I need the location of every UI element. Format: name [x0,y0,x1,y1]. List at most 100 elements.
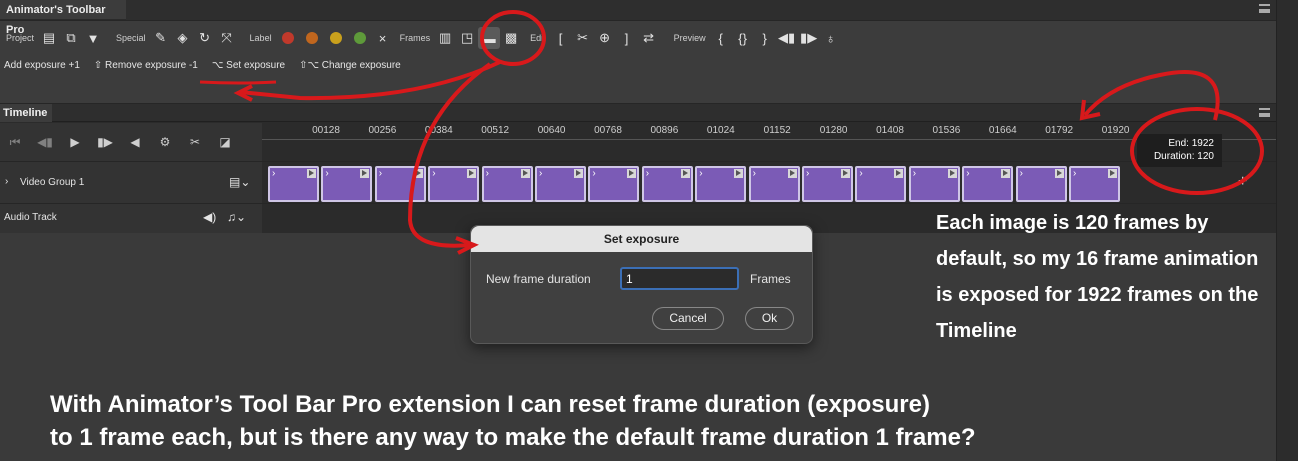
curly-close-icon[interactable]: } [754,27,776,49]
set-exposure-link[interactable]: ⌥ Set exposure [212,60,285,80]
video-clip[interactable]: › [374,166,426,202]
ruler-tick-label: 00256 [368,125,397,136]
curly-pair-icon[interactable]: {} [732,27,754,49]
playback-controls: ⏮ ◀▮ ▶ ▮▶ ◀ ⚙ ✂ ◪ [0,123,262,161]
add-media-icon[interactable]: + [1238,173,1247,191]
film-strip-icon[interactable]: ▤⌄ [229,175,250,189]
swap-icon[interactable]: ⇄ [638,27,660,49]
step-forward-icon[interactable]: ▮▶ [798,27,820,49]
duplicate-layer-icon[interactable]: ⧉ [60,27,82,49]
group-label-special: Special [116,33,146,43]
video-clip[interactable]: › [1015,166,1067,202]
remove-exposure-link[interactable]: ⇧ Remove exposure -1 [94,60,198,80]
video-clip[interactable]: › [962,166,1014,202]
clip-play-marker-icon [360,169,370,178]
ruler-tick-label: 00128 [312,125,340,136]
set-exposure-dialog: Set exposure New frame duration Frames C… [470,225,813,344]
next-frame-icon[interactable]: ▮▶ [90,131,120,153]
video-track[interactable]: › › › › › › › › › › › › › › › › [262,161,1276,203]
video-clip[interactable]: › [641,166,693,202]
settings-gear-icon[interactable]: ⚙ [150,131,180,153]
refresh-icon[interactable]: ↻ [194,27,216,49]
film-frame-icon[interactable]: ▥ [434,27,456,49]
clip-play-marker-icon [307,169,316,178]
video-clip[interactable]: › [428,166,480,202]
group-label-project: Project [6,33,35,43]
step-back-icon[interactable]: ◀▮ [776,27,798,49]
label-red-swatch[interactable] [281,32,294,44]
scissors-icon[interactable]: ✂ [180,131,210,153]
label-yellow-swatch[interactable] [329,32,342,44]
video-clip[interactable]: › [748,166,800,202]
add-exposure-link[interactable]: Add exposure +1 [4,60,80,80]
expand-chevron-icon[interactable]: › [5,176,8,187]
eraser-icon[interactable]: ◈ [172,27,194,49]
ruler-tick-label: 00384 [424,125,453,136]
video-track-header[interactable]: › Video Group 1 ▤⌄ [0,161,262,203]
right-scrollbar[interactable] [1276,0,1298,461]
ok-button[interactable]: Ok [745,307,794,330]
play-icon[interactable]: ▶ [60,131,90,153]
bookmark-icon[interactable]: ▼ [82,27,104,49]
video-clip[interactable]: › [908,166,960,202]
ruler-tick-label: 00512 [481,125,510,136]
cancel-button[interactable]: Cancel [652,307,724,330]
add-frame-icon[interactable]: ◳ [456,27,478,49]
ruler-tick-label: 01920 [1101,125,1130,136]
label-orange-swatch[interactable] [305,32,318,44]
annotation-bottom-line2: to 1 frame each, but is there any way to… [50,424,976,451]
change-exposure-link[interactable]: ⇧⌥ Change exposure [299,60,401,80]
clip-play-marker-icon [574,169,583,178]
speaker-icon[interactable]: ◀) [203,210,216,224]
audio-track-label: Audio Track [4,212,57,223]
timeline-tab[interactable]: Timeline [0,104,52,122]
cut-frame-icon[interactable]: ✂ [572,27,594,49]
previous-frame-icon[interactable]: ◀▮ [30,131,60,153]
panel-title[interactable]: Animator's Toolbar Pro [0,0,126,36]
label-green-swatch[interactable] [353,32,366,44]
music-note-icon[interactable]: ♫⌄ [227,210,246,224]
ruler-tick-label: 01792 [1045,125,1074,136]
brush-icon[interactable]: ✎ [150,27,172,49]
transition-icon[interactable]: ◪ [210,131,240,153]
dialog-title: Set exposure [471,226,812,252]
close-bracket-icon[interactable]: ] [616,27,638,49]
video-clip[interactable]: › [855,166,907,202]
ruler-tick-label: 01280 [819,125,848,136]
set-exposure-icon[interactable]: ▬ [478,27,501,49]
video-clip[interactable]: › [535,166,586,202]
ruler-line [262,139,1276,140]
panel-menu-icon[interactable] [1259,4,1270,13]
ruler-tick-label: 01408 [876,125,904,136]
audio-track-header[interactable]: Audio Track ◀) ♫⌄ [0,203,262,233]
clip-chevron-icon: › [806,168,810,179]
video-clip[interactable]: › [1069,166,1120,202]
first-frame-icon[interactable]: ⏮ [0,131,30,153]
video-clip[interactable]: › [588,166,640,202]
clip-play-marker-icon [734,169,744,178]
timeline-menu-icon[interactable] [1259,108,1270,117]
split-icon[interactable]: ⊕ [594,27,616,49]
video-clip[interactable]: › [695,166,747,202]
curly-open-icon[interactable]: { [710,27,732,49]
video-clip[interactable]: › [802,166,853,202]
open-bracket-icon[interactable]: [ [550,27,572,49]
video-clip[interactable]: › [268,166,319,202]
audio-icon[interactable]: ◀ [120,131,150,153]
toolbar-panel: Animator's Toolbar Pro Project ▤ ⧉ ▼ Spe… [0,0,1276,104]
ruler-tick-label: 01152 [763,125,791,136]
duration-tooltip: End: 1922 Duration: 120 [1137,134,1222,167]
ruler-tick-label: 01664 [988,125,1017,136]
transform-icon[interactable]: ⤧ [216,27,238,49]
label-clear-icon[interactable]: × [372,27,394,49]
frame-duration-input[interactable] [620,267,739,290]
clip-chevron-icon: › [325,168,329,179]
group-label-preview: Preview [673,33,706,43]
new-document-icon[interactable]: ▤ [38,27,60,49]
video-clip[interactable]: › [481,166,533,202]
lightbulb-icon[interactable]: ♁ [820,27,842,49]
time-ruler[interactable]: 00128 00256 00384 00512 00640 00768 00896 01024… [262,123,1276,161]
clip-play-marker-icon [841,169,850,178]
clapper-icon[interactable]: ▩ [500,27,522,49]
video-clip[interactable]: › [321,166,373,202]
